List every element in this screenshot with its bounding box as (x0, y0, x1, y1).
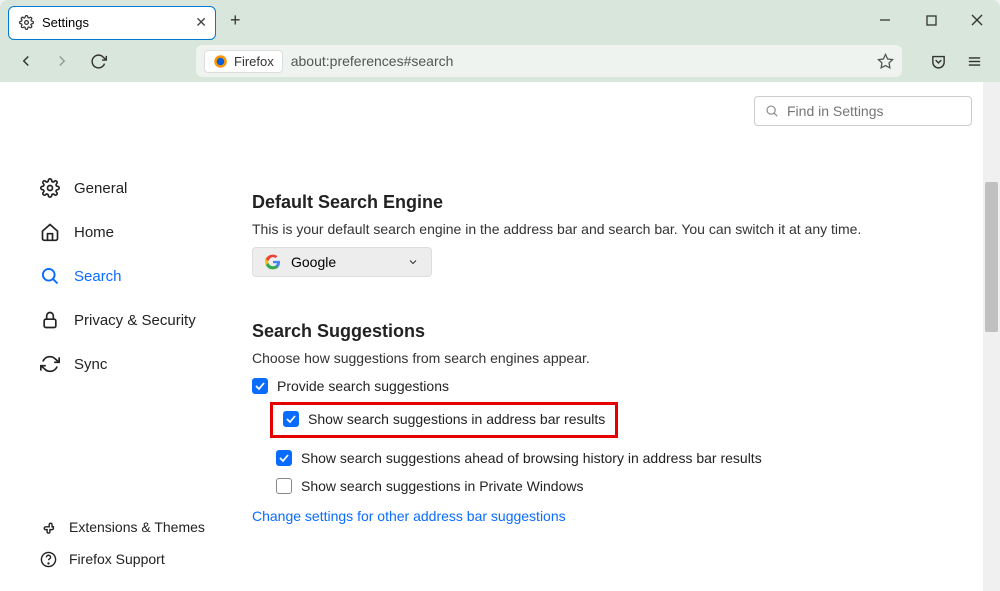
puzzle-icon (40, 519, 57, 536)
close-window-button[interactable] (954, 0, 1000, 40)
checkbox-provide-suggestions[interactable]: Provide search suggestions (252, 378, 972, 394)
sidebar-item-label: Search (74, 268, 122, 285)
sidebar-item-label: General (74, 180, 127, 197)
checkbox-ahead-of-history[interactable]: Show search suggestions ahead of browsin… (276, 450, 972, 466)
sidebar-item-search[interactable]: Search (40, 254, 236, 298)
checkbox-private-windows[interactable]: Show search suggestions in Private Windo… (276, 478, 972, 494)
checkbox-icon (276, 478, 292, 494)
sidebar-item-label: Firefox Support (69, 551, 165, 567)
engine-name: Google (291, 254, 336, 270)
link-change-addressbar-settings[interactable]: Change settings for other address bar su… (252, 508, 566, 524)
google-icon (265, 254, 281, 270)
window-controls (862, 0, 1000, 40)
default-engine-select[interactable]: Google (252, 247, 432, 277)
find-input[interactable] (787, 103, 961, 119)
pocket-button[interactable] (922, 45, 954, 77)
maximize-button[interactable] (908, 0, 954, 40)
settings-sidebar: General Home Search Privacy & Security S… (0, 82, 252, 591)
sidebar-item-label: Home (74, 224, 114, 241)
search-icon (40, 266, 60, 286)
sidebar-item-sync[interactable]: Sync (40, 342, 236, 386)
default-engine-desc: This is your default search engine in th… (252, 221, 972, 237)
sidebar-item-label: Sync (74, 356, 107, 373)
sidebar-item-general[interactable]: General (40, 166, 236, 210)
scrollbar[interactable] (983, 82, 1000, 591)
checkbox-icon (276, 450, 292, 466)
sidebar-item-home[interactable]: Home (40, 210, 236, 254)
url-bar[interactable]: Firefox about:preferences#search (196, 45, 902, 77)
sidebar-item-label: Privacy & Security (74, 312, 196, 329)
checkbox-label: Show search suggestions in address bar r… (308, 411, 605, 427)
content-area: General Home Search Privacy & Security S… (0, 82, 1000, 591)
checkbox-label: Show search suggestions ahead of browsin… (301, 450, 762, 466)
annotation-highlight: Show search suggestions in address bar r… (270, 402, 618, 438)
firefox-icon (213, 54, 228, 69)
search-icon (765, 104, 779, 118)
checkbox-label: Show search suggestions in Private Windo… (301, 478, 583, 494)
suggestions-desc: Choose how suggestions from search engin… (252, 350, 972, 366)
sidebar-firefox-support[interactable]: Firefox Support (40, 543, 236, 575)
sidebar-item-label: Extensions & Themes (69, 519, 205, 535)
forward-button[interactable] (46, 45, 78, 77)
suggestions-heading: Search Suggestions (252, 321, 972, 342)
gear-icon (19, 15, 34, 30)
lock-icon (40, 310, 60, 330)
new-tab-button[interactable]: + (224, 8, 247, 33)
bookmark-star-icon[interactable] (877, 53, 894, 70)
reload-button[interactable] (82, 45, 114, 77)
back-button[interactable] (10, 45, 42, 77)
settings-main-panel: Default Search Engine This is your defau… (252, 82, 1000, 591)
home-icon (40, 222, 60, 242)
tab-title: Settings (42, 15, 89, 30)
titlebar: Settings ✕ + (0, 0, 1000, 40)
help-icon (40, 551, 57, 568)
sync-icon (40, 354, 60, 374)
identity-box[interactable]: Firefox (204, 50, 283, 73)
app-menu-button[interactable] (958, 45, 990, 77)
gear-icon (40, 178, 60, 198)
checkbox-show-in-addressbar[interactable]: Show search suggestions in address bar r… (283, 411, 605, 427)
chevron-down-icon (407, 256, 419, 268)
scrollbar-thumb[interactable] (985, 182, 998, 332)
close-tab-icon[interactable]: ✕ (195, 14, 207, 31)
default-engine-heading: Default Search Engine (252, 192, 972, 213)
sidebar-item-privacy[interactable]: Privacy & Security (40, 298, 236, 342)
minimize-button[interactable] (862, 0, 908, 40)
url-text: about:preferences#search (291, 53, 454, 69)
checkbox-icon (283, 411, 299, 427)
identity-label: Firefox (234, 54, 274, 69)
checkbox-label: Provide search suggestions (277, 378, 449, 394)
sidebar-extensions-themes[interactable]: Extensions & Themes (40, 511, 236, 543)
active-tab[interactable]: Settings ✕ (8, 6, 216, 40)
checkbox-icon (252, 378, 268, 394)
find-in-settings[interactable] (754, 96, 972, 126)
nav-toolbar: Firefox about:preferences#search (0, 40, 1000, 82)
